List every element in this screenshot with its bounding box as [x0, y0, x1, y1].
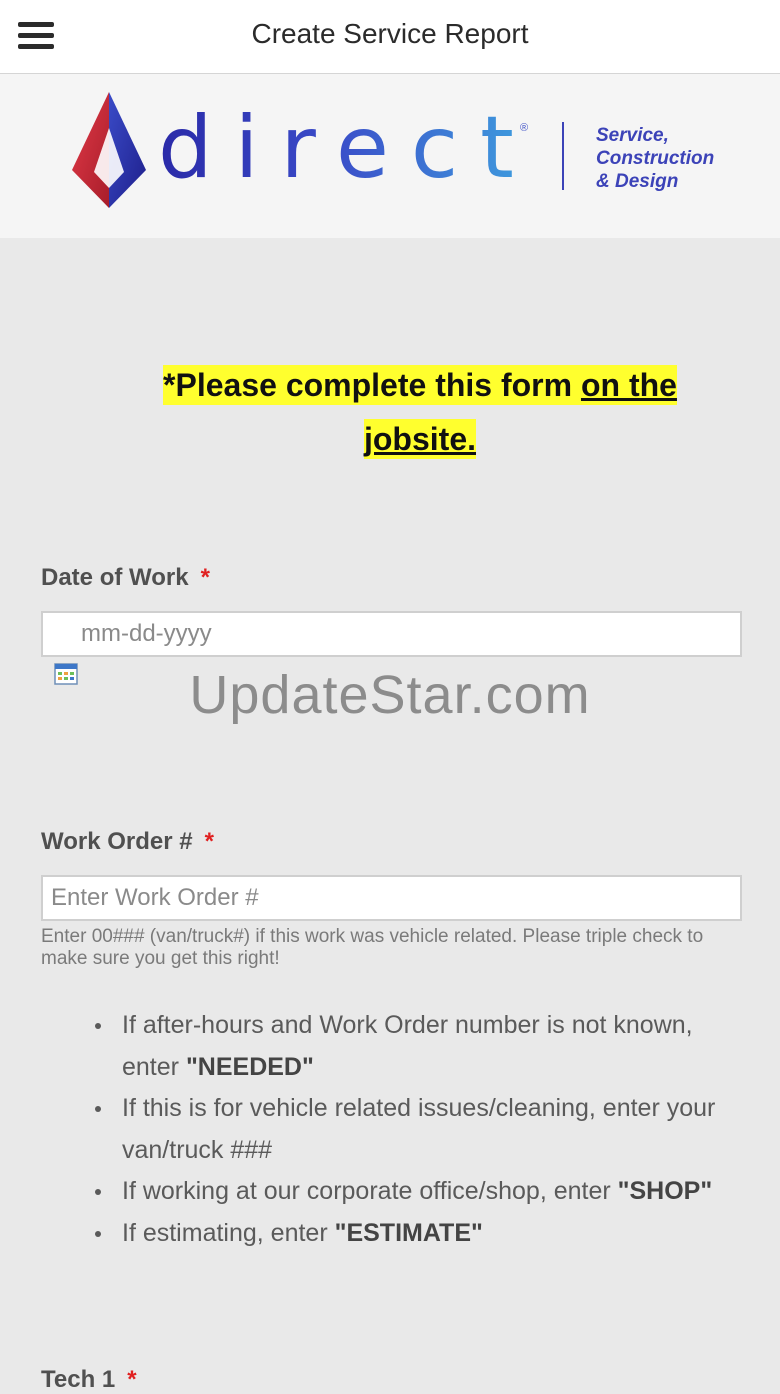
notice-text: *Please complete this form: [163, 367, 581, 403]
list-item: If this is for vehicle related issues/cl…: [95, 1088, 742, 1171]
list-item: If estimating, enter "ESTIMATE": [95, 1213, 742, 1255]
notice-highlight: jobsite.: [363, 419, 476, 459]
work-order-helper-text: Enter 00### (van/truck#) if this work wa…: [41, 926, 704, 969]
instruction-text: If estimating, enter: [122, 1218, 335, 1247]
jobsite-notice: *Please complete this form on the jobsit…: [60, 358, 780, 466]
instruction-text: If working at our corporate office/shop,…: [122, 1177, 618, 1205]
date-of-work-label: Date of Work *: [41, 564, 210, 592]
logo-registered-mark: ®: [520, 122, 529, 134]
notice-highlight: *Please complete this form on the: [163, 365, 677, 405]
tagline-line: & Design: [596, 171, 679, 192]
work-order-instructions: If after-hours and Work Order number is …: [95, 1005, 742, 1255]
logo-banner: direct ® Service, Construction & Design: [0, 74, 780, 238]
required-asterisk: *: [204, 828, 214, 855]
top-bar: Create Service Report: [0, 0, 780, 74]
instruction-bold: "NEEDED": [185, 1052, 314, 1081]
logo-divider: [562, 122, 564, 190]
tech-1-label: Tech 1 *: [41, 1366, 137, 1394]
instruction-bold: "SHOP": [617, 1177, 713, 1205]
logo-wordmark: direct: [158, 98, 536, 198]
work-order-input[interactable]: [41, 875, 742, 921]
instruction-text: If this is for vehicle related issues/cl…: [122, 1094, 716, 1164]
work-order-label: Work Order # *: [41, 828, 214, 856]
notice-underlined-text: jobsite.: [363, 421, 476, 457]
label-text: Date of Work: [41, 564, 189, 591]
direct-logo-mark-icon: [72, 92, 146, 208]
logo-tagline: Service, Construction & Design: [596, 124, 714, 193]
required-asterisk: *: [127, 1366, 137, 1393]
instruction-bold: "ESTIMATE": [334, 1218, 483, 1247]
date-of-work-input[interactable]: [41, 611, 742, 657]
required-asterisk: *: [200, 564, 210, 591]
tagline-line: Construction: [596, 148, 715, 169]
notice-underlined-text: on the: [580, 367, 677, 403]
watermark-text: UpdateStar.com: [189, 665, 591, 725]
label-text: Tech 1: [41, 1366, 116, 1393]
label-text: Work Order #: [41, 828, 193, 855]
page-title: Create Service Report: [251, 18, 529, 49]
list-item: If working at our corporate office/shop,…: [95, 1171, 742, 1213]
tagline-line: Service,: [596, 125, 669, 146]
list-item: If after-hours and Work Order number is …: [95, 1005, 742, 1088]
